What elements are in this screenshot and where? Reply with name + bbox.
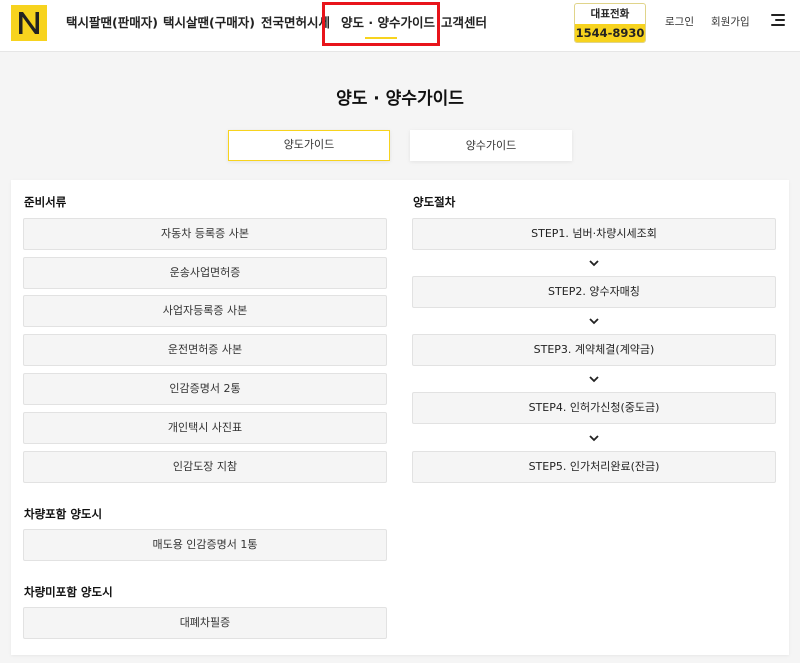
step-item: STEP4. 인허가신청(중도금) bbox=[412, 392, 776, 424]
menu-icon[interactable] bbox=[771, 14, 785, 26]
logo[interactable] bbox=[11, 5, 47, 41]
n-logo-icon bbox=[19, 12, 39, 34]
phone-label: 대표전화 bbox=[590, 8, 630, 20]
phone-number: 1544-8930 bbox=[575, 24, 645, 42]
chevron-down-icon bbox=[589, 435, 599, 442]
step-item: STEP3. 계약체결(계약금) bbox=[412, 334, 776, 366]
login-link[interactable]: 로그인 bbox=[665, 14, 694, 29]
procedure-heading: 양도절차 bbox=[413, 195, 456, 209]
page-title: 양도 · 양수가이드 bbox=[336, 89, 464, 109]
chevron-down-icon bbox=[589, 376, 599, 383]
guide-card: 준비서류 자동차 등록증 사본 운송사업면허증 사업자등록증 사본 운전면허증 … bbox=[11, 180, 789, 655]
list-item: 사업자등록증 사본 bbox=[23, 295, 387, 327]
with-vehicle-heading: 차량포함 양도시 bbox=[24, 507, 103, 521]
list-item: 대폐차필증 bbox=[23, 607, 387, 639]
nav-seller[interactable]: 택시팔땐(판매자) bbox=[66, 12, 158, 31]
tab-transfer-guide[interactable]: 양도가이드 bbox=[228, 130, 390, 161]
documents-heading: 준비서류 bbox=[24, 195, 67, 209]
list-item: 자동차 등록증 사본 bbox=[23, 218, 387, 250]
step-item: STEP2. 양수자매칭 bbox=[412, 276, 776, 308]
list-item: 운송사업면허증 bbox=[23, 257, 387, 289]
list-item: 인감도장 지참 bbox=[23, 451, 387, 483]
list-item: 인감증명서 2통 bbox=[23, 373, 387, 405]
chevron-down-icon bbox=[589, 318, 599, 325]
phone-box[interactable]: 대표전화 1544-8930 bbox=[574, 3, 646, 43]
without-vehicle-heading: 차량미포함 양도시 bbox=[24, 585, 113, 599]
list-item: 매도용 인감증명서 1통 bbox=[23, 529, 387, 561]
step-item: STEP5. 인가처리완료(잔금) bbox=[412, 451, 776, 483]
nav-transfer-guide[interactable]: 양도 · 양수가이드 bbox=[341, 12, 435, 31]
list-item: 운전면허증 사본 bbox=[23, 334, 387, 366]
signup-link[interactable]: 회원가입 bbox=[711, 14, 750, 29]
nav-customer-center[interactable]: 고객센터 bbox=[441, 12, 487, 31]
nav-active-underline bbox=[365, 37, 397, 39]
site-header: 택시팔땐(판매자) 택시살땐(구매자) 전국면허시세 양도 · 양수가이드 고객… bbox=[0, 0, 800, 52]
nav-buyer[interactable]: 택시살땐(구매자) bbox=[163, 12, 255, 31]
chevron-down-icon bbox=[589, 260, 599, 267]
tab-acquire-guide[interactable]: 양수가이드 bbox=[410, 130, 572, 161]
list-item: 개인택시 사진표 bbox=[23, 412, 387, 444]
nav-license-price[interactable]: 전국면허시세 bbox=[261, 12, 330, 31]
step-item: STEP1. 넘버·차량시세조회 bbox=[412, 218, 776, 250]
